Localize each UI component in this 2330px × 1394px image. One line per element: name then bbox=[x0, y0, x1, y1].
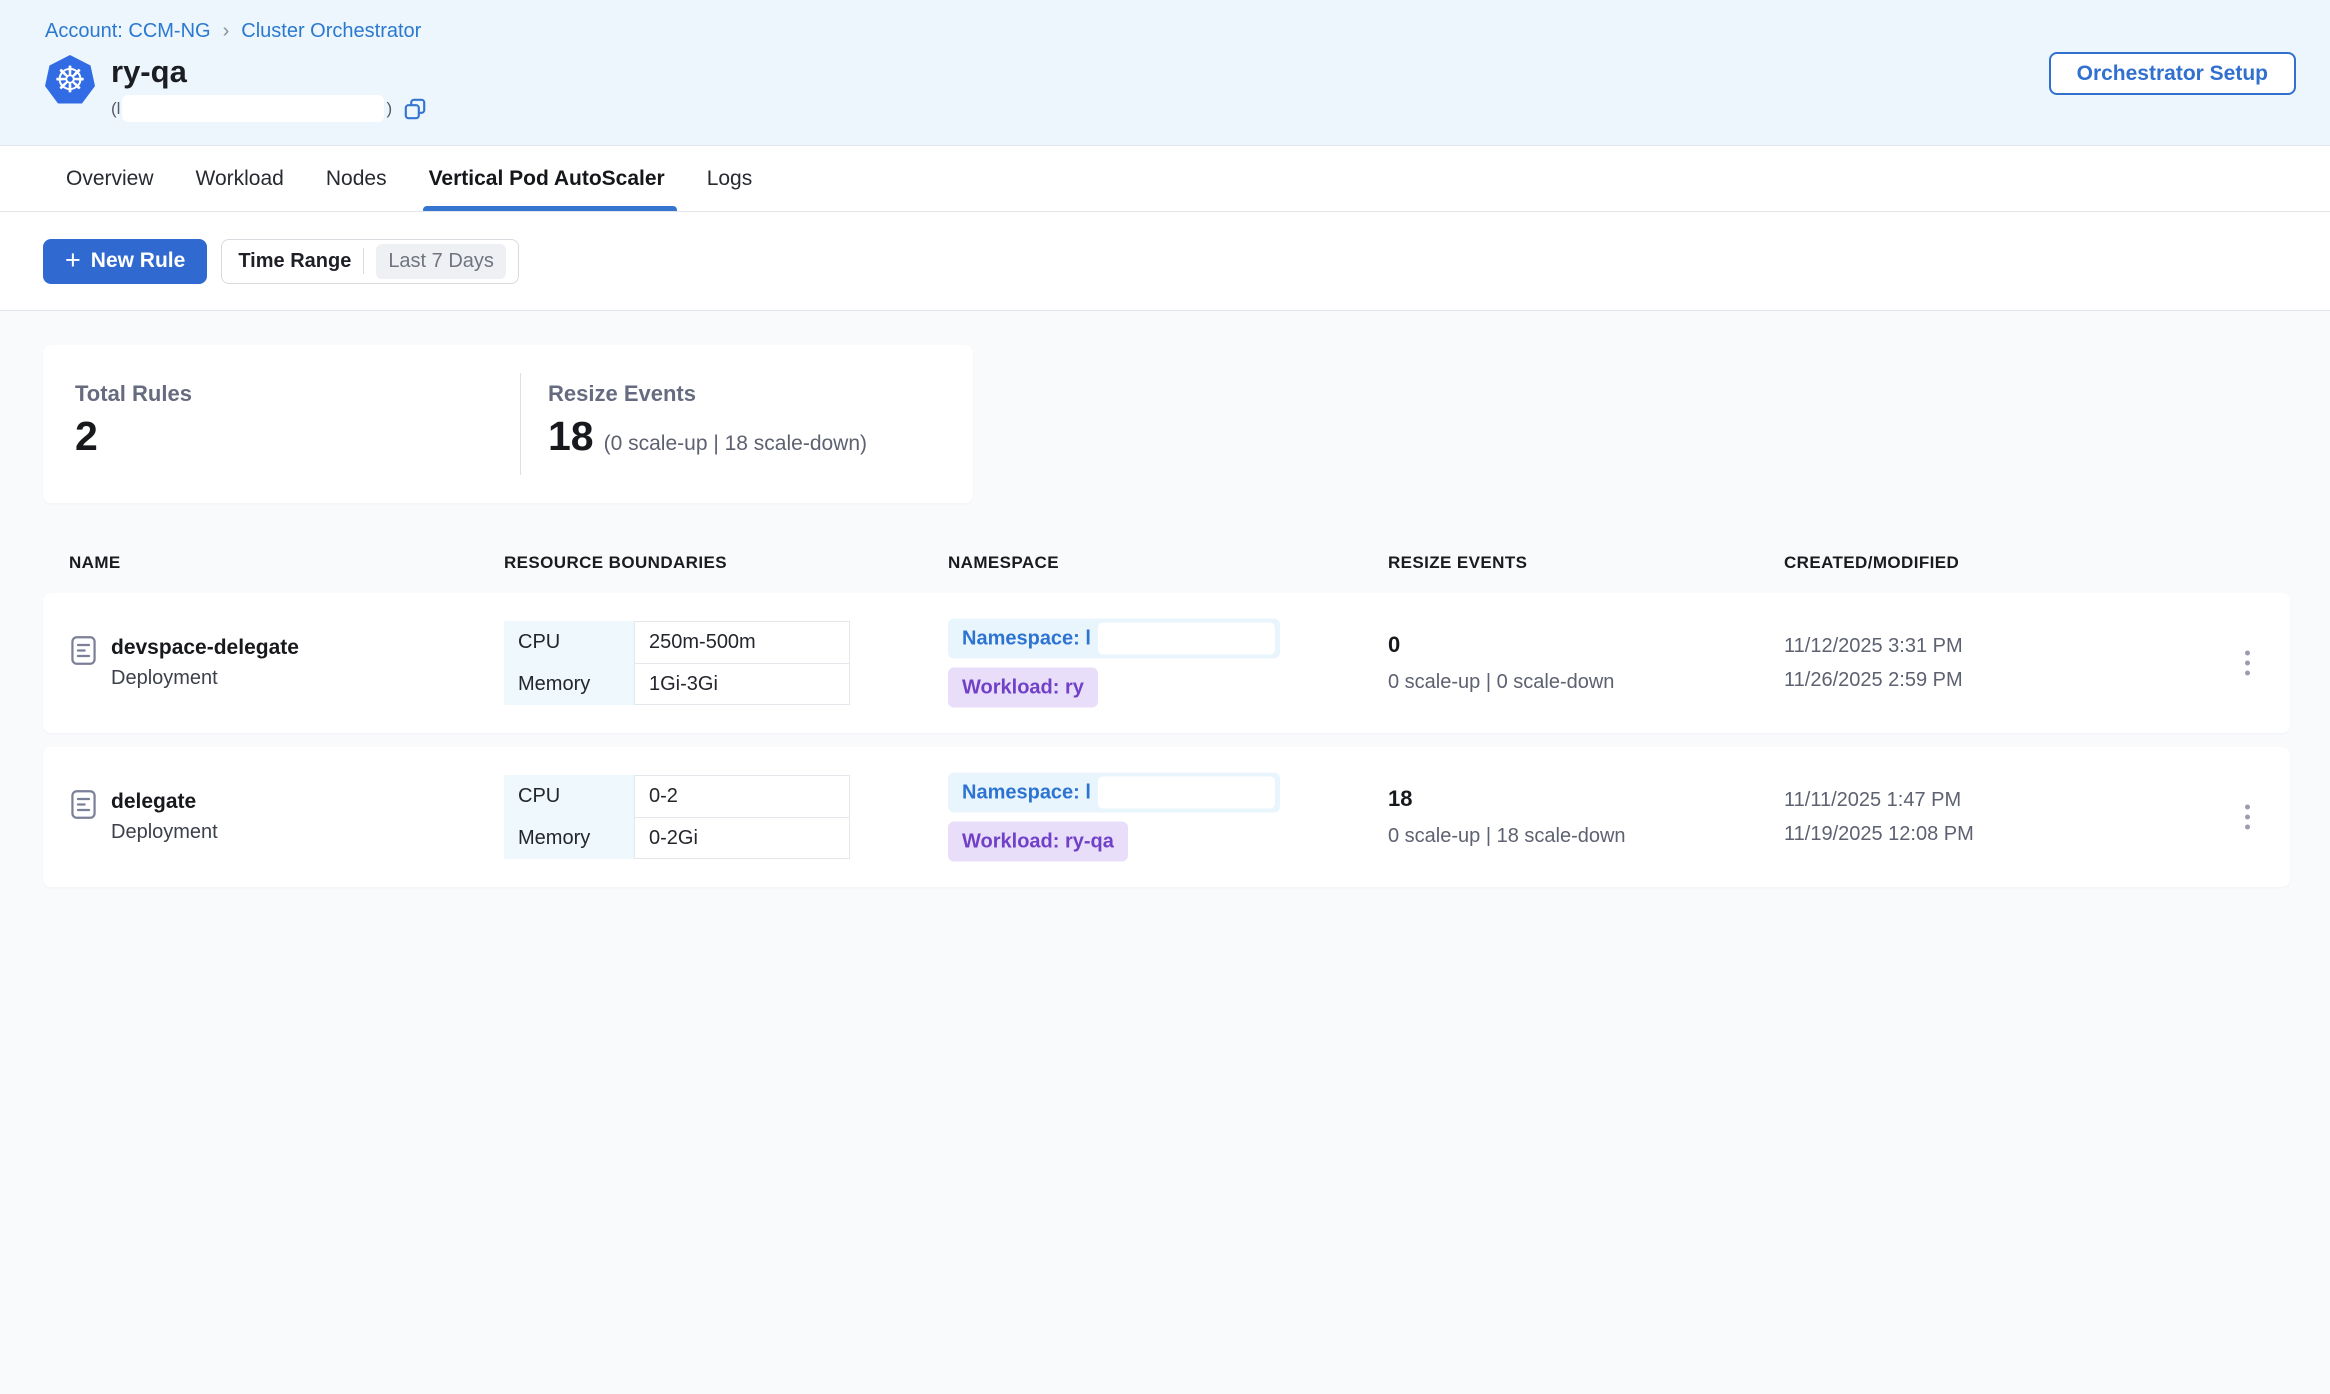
time-range-selector[interactable]: Time Range Last 7 Days bbox=[221, 239, 519, 284]
main-content: Total Rules 2 Resize Events 18 (0 scale-… bbox=[0, 311, 2330, 887]
total-rules-value: 2 bbox=[75, 413, 98, 460]
workload-chip: Workload: ry-qa bbox=[948, 822, 1128, 862]
created-date: 11/12/2025 3:31 PM bbox=[1784, 629, 1963, 663]
resize-events-detail: (0 scale-up | 18 scale-down) bbox=[604, 432, 867, 456]
rule-kind: Deployment bbox=[111, 817, 218, 848]
cpu-range: 0-2 bbox=[634, 775, 850, 817]
resize-events-label: Resize Events bbox=[548, 381, 867, 407]
total-rules-label: Total Rules bbox=[75, 381, 520, 407]
resize-events-value: 18 bbox=[548, 413, 594, 460]
resize-events-cell: 0 0 scale-up | 0 scale-down bbox=[1388, 632, 1614, 694]
namespace-chip[interactable]: Namespace: l bbox=[948, 773, 1280, 813]
time-range-label: Time Range bbox=[238, 250, 351, 273]
memory-label: Memory bbox=[504, 663, 634, 705]
row-actions-menu-button[interactable] bbox=[2235, 641, 2260, 686]
total-rules-stat: Total Rules 2 bbox=[43, 345, 520, 503]
resize-events-breakdown: 0 scale-up | 0 scale-down bbox=[1388, 671, 1614, 694]
resource-boundaries-cell: CPU 250m-500m Memory 1Gi-3Gi bbox=[504, 621, 850, 705]
modified-date: 11/26/2025 2:59 PM bbox=[1784, 663, 1963, 697]
breadcrumb-cluster-orchestrator-link[interactable]: Cluster Orchestrator bbox=[241, 20, 421, 43]
modified-date: 11/19/2025 12:08 PM bbox=[1784, 817, 1974, 851]
summary-divider bbox=[520, 373, 521, 475]
tab-bar: Overview Workload Nodes Vertical Pod Aut… bbox=[0, 146, 2330, 212]
tab-logs[interactable]: Logs bbox=[705, 146, 755, 211]
table-header-row: NAME RESOURCE BOUNDARIES NAMESPACE RESIZ… bbox=[43, 553, 2290, 575]
document-icon bbox=[70, 635, 97, 671]
document-icon bbox=[70, 789, 97, 825]
redacted-cluster-id bbox=[122, 95, 384, 122]
time-range-value: Last 7 Days bbox=[376, 244, 506, 279]
resource-boundaries-cell: CPU 0-2 Memory 0-2Gi bbox=[504, 775, 850, 859]
resize-events-total: 18 bbox=[1388, 786, 1626, 812]
new-rule-label: New Rule bbox=[91, 249, 186, 273]
page-title: ry-qa bbox=[111, 55, 428, 89]
cpu-range: 250m-500m bbox=[634, 621, 850, 663]
table-row[interactable]: devspace-delegate Deployment CPU 250m-50… bbox=[43, 593, 2290, 733]
column-header-namespace: NAMESPACE bbox=[948, 553, 1059, 573]
rule-name-cell: devspace-delegate Deployment bbox=[70, 632, 299, 694]
namespace-chip-label: Namespace: l bbox=[962, 781, 1091, 804]
resize-events-cell: 18 0 scale-up | 18 scale-down bbox=[1388, 786, 1626, 848]
memory-range: 0-2Gi bbox=[634, 817, 850, 859]
summary-card: Total Rules 2 Resize Events 18 (0 scale-… bbox=[43, 345, 973, 503]
rule-kind: Deployment bbox=[111, 663, 299, 694]
column-header-resource-boundaries: RESOURCE BOUNDARIES bbox=[504, 553, 727, 573]
cpu-label: CPU bbox=[504, 775, 634, 817]
resize-events-breakdown: 0 scale-up | 18 scale-down bbox=[1388, 825, 1626, 848]
page-header: Account: CCM-NG › Cluster Orchestrator ☸… bbox=[0, 0, 2330, 146]
rule-name: delegate bbox=[111, 786, 218, 817]
column-header-created-modified: CREATED/MODIFIED bbox=[1784, 553, 1959, 573]
cluster-id-prefix: (l bbox=[111, 99, 120, 119]
table-row[interactable]: delegate Deployment CPU 0-2 Memory 0-2Gi… bbox=[43, 747, 2290, 887]
cluster-id-line: (l ) bbox=[111, 95, 428, 122]
workload-chip: Workload: ry bbox=[948, 668, 1098, 708]
copy-icon[interactable] bbox=[402, 96, 428, 122]
rules-table-body: devspace-delegate Deployment CPU 250m-50… bbox=[43, 593, 2290, 887]
new-rule-button[interactable]: + New Rule bbox=[43, 239, 207, 284]
namespace-chip-label: Namespace: l bbox=[962, 627, 1091, 650]
tab-vertical-pod-autoscaler[interactable]: Vertical Pod AutoScaler bbox=[427, 146, 667, 211]
resize-events-total: 0 bbox=[1388, 632, 1614, 658]
column-header-resize-events: RESIZE EVENTS bbox=[1388, 553, 1527, 573]
memory-range: 1Gi-3Gi bbox=[634, 663, 850, 705]
breadcrumb: Account: CCM-NG › Cluster Orchestrator bbox=[45, 20, 2330, 43]
cpu-label: CPU bbox=[504, 621, 634, 663]
redacted-namespace bbox=[1098, 623, 1275, 655]
rule-name-cell: delegate Deployment bbox=[70, 786, 218, 848]
namespace-cell: Namespace: l Workload: ry-qa bbox=[948, 773, 1280, 862]
created-date: 11/11/2025 1:47 PM bbox=[1784, 783, 1974, 817]
orchestrator-setup-button[interactable]: Orchestrator Setup bbox=[2049, 52, 2296, 95]
created-modified-cell: 11/12/2025 3:31 PM 11/26/2025 2:59 PM bbox=[1784, 629, 1963, 697]
time-range-divider bbox=[363, 248, 364, 274]
created-modified-cell: 11/11/2025 1:47 PM 11/19/2025 12:08 PM bbox=[1784, 783, 1974, 851]
rule-name: devspace-delegate bbox=[111, 632, 299, 663]
column-header-name: NAME bbox=[69, 553, 121, 573]
chevron-right-icon: › bbox=[223, 20, 230, 43]
row-actions-menu-button[interactable] bbox=[2235, 795, 2260, 840]
cluster-id-suffix: ) bbox=[386, 99, 392, 119]
namespace-cell: Namespace: l Workload: ry bbox=[948, 619, 1280, 708]
title-row: ☸ ry-qa (l ) bbox=[45, 55, 2330, 122]
tab-nodes[interactable]: Nodes bbox=[324, 146, 389, 211]
redacted-namespace bbox=[1098, 777, 1275, 809]
breadcrumb-account-link[interactable]: Account: CCM-NG bbox=[45, 20, 211, 43]
plus-icon: + bbox=[65, 247, 81, 274]
memory-label: Memory bbox=[504, 817, 634, 859]
tab-overview[interactable]: Overview bbox=[64, 146, 156, 211]
resize-events-stat: Resize Events 18 (0 scale-up | 18 scale-… bbox=[520, 345, 867, 503]
kubernetes-icon: ☸ bbox=[45, 55, 95, 105]
toolbar: + New Rule Time Range Last 7 Days bbox=[0, 212, 2330, 311]
tab-workload[interactable]: Workload bbox=[194, 146, 286, 211]
namespace-chip[interactable]: Namespace: l bbox=[948, 619, 1280, 659]
cluster-orchestrator-page: Account: CCM-NG › Cluster Orchestrator ☸… bbox=[0, 0, 2330, 1394]
